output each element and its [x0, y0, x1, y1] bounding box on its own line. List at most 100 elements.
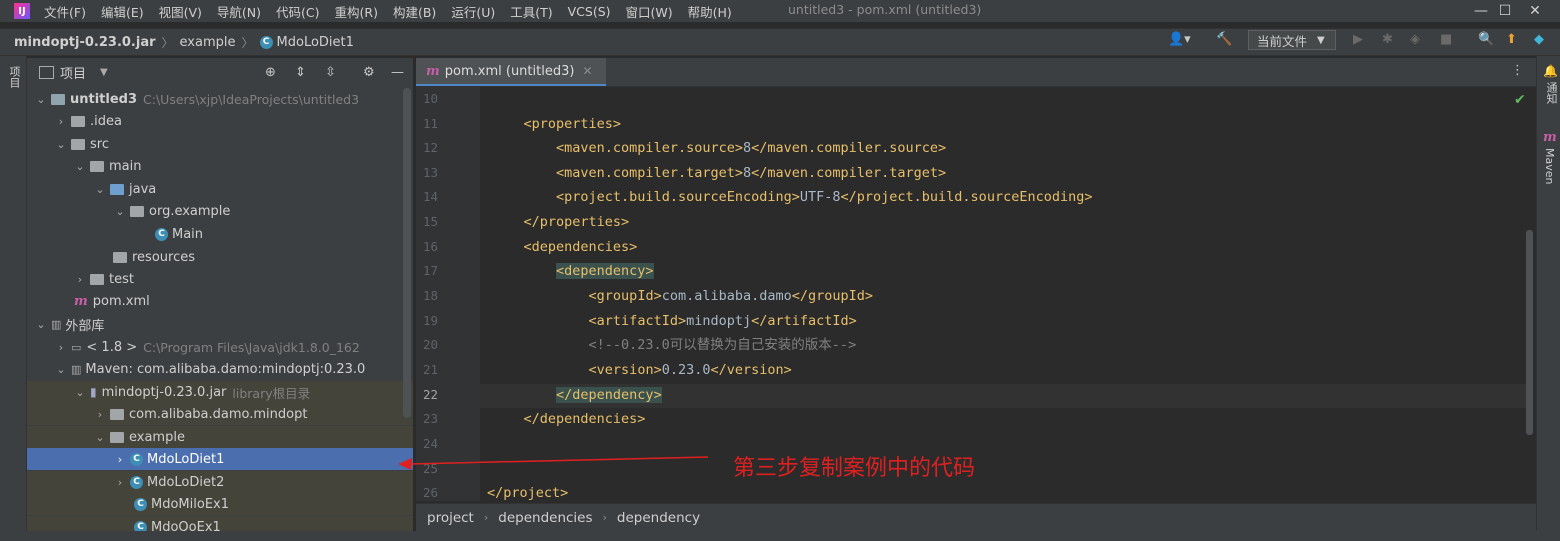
tree-row-jar[interactable]: ⌄ ▮ mindoptj-0.23.0.jar library根目录 [27, 381, 413, 403]
update-icon[interactable]: ⬆ [1506, 32, 1517, 47]
menu-vcs[interactable]: VCS(S) [568, 4, 611, 19]
chevron-down-icon[interactable]: ⌄ [55, 138, 67, 151]
menu-refactor[interactable]: 重构(R) [335, 2, 378, 21]
user-icon[interactable]: 👤▾ [1168, 32, 1191, 47]
tree-row-mdolodiet2[interactable]: › C MdoLoDiet2 [27, 471, 413, 493]
tree-row-java[interactable]: ⌄ java [27, 178, 413, 200]
tree-row-mdomiloex1[interactable]: C MdoMiloEx1 [27, 493, 413, 515]
menu-code[interactable]: 代码(C) [276, 2, 319, 21]
tree-row-test[interactable]: › test [27, 268, 413, 290]
tree-row-mindopt-package[interactable]: › com.alibaba.damo.mindopt [27, 403, 413, 425]
run-icon[interactable]: ▶ [1353, 32, 1363, 47]
code-line-current: </dependency> [491, 383, 662, 407]
intellij-logo-icon[interactable]: IJ [14, 3, 30, 19]
tab-label: pom.xml (untitled3) [444, 63, 575, 79]
class-icon: C [155, 227, 168, 241]
chevron-down-icon[interactable]: ⌄ [94, 183, 106, 196]
tree-hint: C:\Program Files\Java\jdk1.8.0_162 [143, 339, 360, 355]
stop-icon[interactable]: ■ [1440, 32, 1452, 47]
hide-panel-icon[interactable]: — [391, 65, 404, 80]
gear-icon[interactable]: ⚙ [363, 65, 375, 80]
xml-tag: </properties> [523, 214, 630, 230]
chevron-down-icon[interactable]: ▼ [100, 67, 108, 78]
chevron-down-icon[interactable]: ⌄ [35, 318, 47, 331]
menu-build[interactable]: 构建(B) [393, 2, 436, 21]
close-button[interactable]: ✕ [1512, 0, 1558, 22]
folder-icon [71, 138, 85, 150]
maven-icon[interactable]: m [1543, 130, 1557, 145]
tree-row-maven-lib[interactable]: ⌄ ▥ Maven: com.alibaba.damo:mindoptj:0.2… [27, 358, 413, 380]
tree-row-src[interactable]: ⌄ src [27, 133, 413, 155]
maven-tool-tab[interactable]: Maven [1543, 148, 1556, 184]
jetbrains-icon[interactable]: ◆ [1534, 32, 1544, 47]
chevron-down-icon[interactable]: ⌄ [114, 205, 126, 218]
chevron-down-icon: ▼ [1317, 34, 1325, 46]
code-editor[interactable]: <properties> <maven.compiler.source>8</m… [480, 87, 1526, 501]
breadcrumb-project[interactable]: project [427, 510, 474, 526]
chevron-right-icon[interactable]: › [114, 453, 126, 466]
collapse-all-icon[interactable]: ⇳ [325, 65, 336, 80]
menu-navigate[interactable]: 导航(N) [217, 2, 261, 21]
chevron-right-icon[interactable]: › [114, 476, 126, 489]
close-icon[interactable]: ✕ [582, 64, 592, 78]
chevron-down-icon[interactable]: ⌄ [55, 363, 67, 376]
chevron-right-icon[interactable]: › [55, 341, 67, 354]
tree-row-module[interactable]: ⌄ untitled3 C:\Users\xjp\IdeaProjects\un… [27, 88, 413, 110]
chevron-down-icon[interactable]: ⌄ [35, 93, 47, 106]
chevron-down-icon[interactable]: ⌄ [74, 160, 86, 173]
nav-crumb-jar[interactable]: mindoptj-0.23.0.jar [14, 35, 156, 50]
nav-crumb-package[interactable]: example [180, 35, 236, 50]
maven-icon: m [426, 63, 440, 79]
coverage-icon[interactable]: ◈ [1410, 32, 1420, 47]
line-number: 16 [422, 239, 438, 254]
chevron-down-icon[interactable]: ⌄ [94, 431, 106, 444]
notifications-tool-tab[interactable]: 通知 [1543, 82, 1559, 104]
line-number: 14 [422, 189, 438, 204]
module-folder-icon [51, 93, 65, 105]
project-tool-tab[interactable]: 项目 [6, 66, 22, 88]
bell-icon[interactable]: 🔔 [1543, 64, 1558, 78]
menu-tools[interactable]: 工具(T) [510, 2, 552, 21]
locate-icon[interactable]: ⊕ [265, 65, 276, 80]
tree-row-external-libs[interactable]: ⌄ ▥ 外部库 [27, 313, 413, 335]
more-options-icon[interactable]: ⋮ [1511, 63, 1524, 78]
tree-row-idea[interactable]: › .idea [27, 110, 413, 132]
chevron-right-icon[interactable]: › [74, 273, 86, 286]
menu-help[interactable]: 帮助(H) [688, 2, 732, 21]
search-icon[interactable]: 🔍 [1478, 32, 1494, 47]
editor-scrollbar[interactable] [1526, 230, 1533, 435]
debug-icon[interactable]: ✱ [1382, 32, 1393, 47]
run-config-label: 当前文件 [1257, 33, 1308, 49]
class-icon: C [130, 452, 143, 466]
menu-window[interactable]: 窗口(W) [626, 2, 673, 21]
breadcrumb-dependency[interactable]: dependency [617, 510, 700, 526]
expand-all-icon[interactable]: ⇕ [295, 65, 306, 80]
breadcrumb-dependencies[interactable]: dependencies [498, 510, 592, 526]
tree-row-main-class[interactable]: C Main [27, 223, 413, 245]
tree-row-mdolodiet1[interactable]: › C MdoLoDiet1 [27, 448, 413, 470]
tab-pom-xml[interactable]: m pom.xml (untitled3) ✕ [416, 58, 606, 86]
chevron-right-icon[interactable]: › [94, 408, 106, 421]
chevron-right-icon[interactable]: › [55, 115, 67, 128]
nav-crumb-class[interactable]: MdoLoDiet1 [277, 35, 354, 50]
menu-view[interactable]: 视图(V) [159, 2, 202, 21]
build-hammer-icon[interactable]: 🔨 [1216, 32, 1232, 47]
tree-row-jdk[interactable]: › ▭ < 1.8 > C:\Program Files\Java\jdk1.8… [27, 336, 413, 358]
tree-row-main[interactable]: ⌄ main [27, 155, 413, 177]
class-icon: C [130, 475, 143, 489]
tree-row-pom[interactable]: m pom.xml [27, 290, 413, 312]
tree-row-resources[interactable]: resources [27, 246, 413, 268]
chevron-down-icon[interactable]: ⌄ [74, 386, 86, 399]
project-view-label[interactable]: 项目 [60, 63, 86, 82]
menu-run[interactable]: 运行(U) [451, 2, 495, 21]
project-scrollbar[interactable] [403, 88, 411, 418]
menu-edit[interactable]: 编辑(E) [101, 2, 144, 21]
menu-file[interactable]: 文件(F) [44, 2, 86, 21]
run-config-select[interactable]: 当前文件 ▼ [1248, 30, 1336, 50]
tree-row-package[interactable]: ⌄ org.example [27, 200, 413, 222]
tree-row-example-package[interactable]: ⌄ example [27, 426, 413, 448]
xml-tag: </dependency> [556, 387, 662, 403]
